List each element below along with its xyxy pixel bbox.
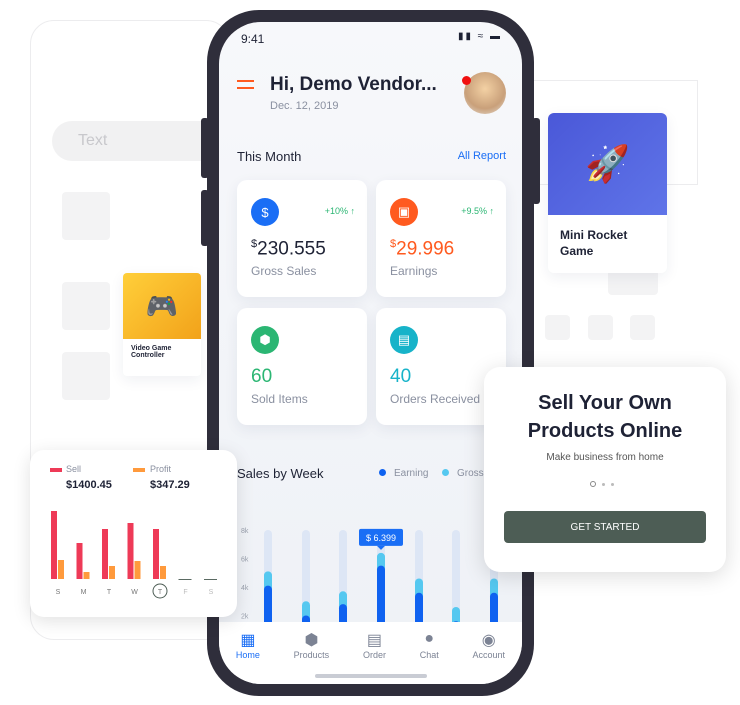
bar-profit bbox=[160, 566, 166, 579]
y-tick: 6k bbox=[241, 557, 249, 564]
day-label: S bbox=[56, 589, 61, 596]
day-label: T bbox=[158, 589, 163, 596]
placeholder-block bbox=[630, 315, 655, 340]
product-image: 🚀 bbox=[548, 113, 667, 215]
phone-frame: 9:41 ▮▮ ≈ ▬ Hi, Demo Vendor... Dec. 12, … bbox=[201, 10, 540, 696]
bar-profit bbox=[109, 566, 115, 579]
carousel-dots[interactable] bbox=[590, 481, 614, 487]
product-card-video-game-controller[interactable]: 🎮 Video Game Controller bbox=[123, 273, 201, 376]
stat-label: Earnings bbox=[390, 264, 438, 278]
home-indicator bbox=[315, 674, 427, 678]
stat-label: Gross Sales bbox=[251, 264, 317, 278]
placeholder-block bbox=[62, 192, 110, 240]
product-card-mini-rocket-game[interactable]: 🚀 Mini Rocket Game bbox=[548, 113, 667, 273]
bar-sell bbox=[102, 529, 108, 579]
nav-home[interactable]: ▦ Home bbox=[236, 630, 260, 684]
stat-label: Orders Received bbox=[390, 392, 481, 406]
day-label: W bbox=[131, 589, 138, 596]
stat-label: Sold Items bbox=[251, 392, 308, 406]
chart-title: Sales by Week bbox=[237, 466, 324, 481]
all-report-link[interactable]: All Report bbox=[458, 150, 506, 162]
search-placeholder: Text bbox=[78, 132, 108, 149]
cash-icon: ▣ bbox=[390, 198, 418, 226]
sell-label: Sell bbox=[66, 464, 82, 474]
nav-account[interactable]: ◉ Account bbox=[473, 630, 506, 684]
status-icons: ▮▮ ≈ ▬ bbox=[457, 31, 502, 42]
receipt-icon: ▤ bbox=[366, 632, 383, 649]
user-icon: ◉ bbox=[481, 632, 496, 649]
box-icon: ⬢ bbox=[251, 326, 279, 354]
tooltip-text: $ 6.399 bbox=[366, 533, 396, 543]
stat-value: $230.555 bbox=[251, 238, 326, 260]
menu-icon[interactable] bbox=[237, 80, 254, 89]
promo-card: Sell Your Own Products Online Make busin… bbox=[484, 367, 726, 572]
promo-title: Sell Your Own Products Online bbox=[527, 392, 683, 442]
bar-sell bbox=[51, 511, 57, 579]
bar-empty bbox=[204, 579, 217, 580]
stat-card-sold-items[interactable]: ⬢ 60 Sold Items bbox=[237, 308, 367, 425]
stat-value: 60 bbox=[251, 366, 273, 387]
stat-value: 40 bbox=[390, 366, 412, 387]
bar-profit bbox=[83, 572, 90, 579]
chat-icon: ● bbox=[424, 630, 435, 647]
bar-sell bbox=[153, 529, 159, 579]
stat-change: +9.5% ↑ bbox=[461, 206, 494, 216]
day-label: M bbox=[81, 589, 87, 596]
legend-gross: Gross bbox=[442, 468, 484, 479]
header-date: Dec. 12, 2019 bbox=[270, 100, 339, 112]
placeholder-block bbox=[588, 315, 613, 340]
stat-value: $29.996 bbox=[390, 238, 455, 260]
legend-earning: Earning bbox=[379, 468, 428, 479]
box-icon: ⬢ bbox=[304, 632, 319, 649]
bar-sell bbox=[127, 523, 134, 579]
bar-sell bbox=[76, 543, 83, 579]
placeholder-block bbox=[62, 282, 110, 330]
daily-chart: SMTWTFS bbox=[30, 490, 237, 610]
greeting: Hi, Demo Vendor... bbox=[270, 74, 437, 95]
promo-subtitle: Make business from home bbox=[546, 452, 664, 463]
placeholder-block bbox=[608, 270, 658, 295]
bar-profit bbox=[58, 560, 64, 579]
day-label: F bbox=[183, 589, 187, 596]
weekly-sell-profit-card: Sell $1400.45 Profit $347.29 SMTWTFS bbox=[30, 450, 237, 617]
y-tick: 8k bbox=[241, 528, 249, 535]
dollar-icon: $ bbox=[251, 198, 279, 226]
section-title-this-month: This Month bbox=[237, 149, 302, 164]
product-image: 🎮 bbox=[123, 273, 201, 339]
stat-card-earnings[interactable]: ▣ +9.5% ↑ $29.996 Earnings bbox=[376, 180, 506, 297]
notification-dot bbox=[462, 76, 471, 85]
day-label: S bbox=[209, 589, 214, 596]
app-screen: 9:41 ▮▮ ≈ ▬ Hi, Demo Vendor... Dec. 12, … bbox=[219, 22, 522, 684]
product-title: Mini Rocket Game bbox=[560, 228, 628, 258]
store-icon: ▦ bbox=[240, 632, 256, 649]
receipt-icon: ▤ bbox=[390, 326, 418, 354]
search-input: Text bbox=[52, 121, 222, 161]
bar-profit bbox=[134, 561, 141, 579]
stat-change: +10% ↑ bbox=[324, 206, 355, 216]
status-time: 9:41 bbox=[241, 32, 265, 46]
bar-empty bbox=[178, 579, 192, 580]
product-title: Video Game Controller bbox=[131, 345, 172, 359]
y-tick: 2k bbox=[241, 614, 249, 621]
weekly-sales-chart: 02k4k6k8k$ 6.399 bbox=[219, 492, 522, 654]
y-tick: 4k bbox=[241, 585, 249, 592]
stat-card-gross-sales[interactable]: $ +10% ↑ $230.555 Gross Sales bbox=[237, 180, 367, 297]
placeholder-block bbox=[62, 352, 110, 400]
profit-label: Profit bbox=[150, 464, 172, 474]
get-started-button[interactable]: GET STARTED bbox=[504, 511, 706, 543]
placeholder-block bbox=[545, 315, 570, 340]
day-label: T bbox=[107, 589, 112, 596]
